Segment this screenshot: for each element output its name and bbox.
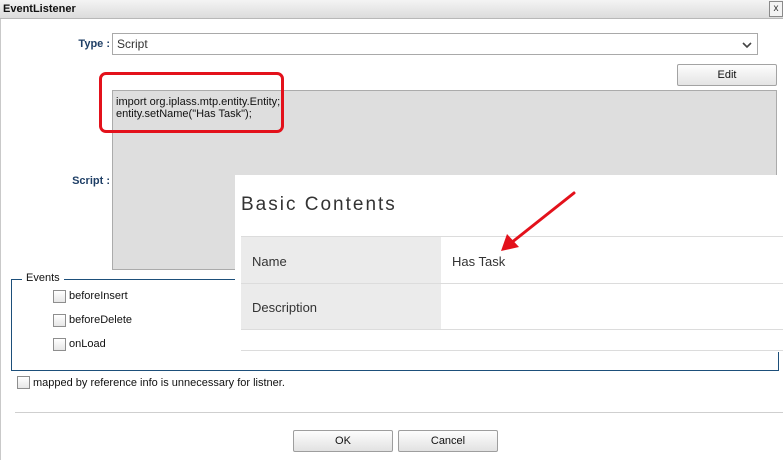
basic-contents-title: Basic Contents [241, 194, 397, 215]
before-delete-label: beforeDelete [69, 314, 132, 326]
type-label: Type : [78, 38, 110, 50]
script-label: Script : [72, 175, 110, 187]
edit-script-button[interactable]: Edit [677, 64, 777, 86]
annotation-highlight-box [99, 72, 284, 133]
before-insert-label: beforeInsert [69, 290, 128, 302]
on-load-label: onLoad [69, 338, 106, 350]
before-delete-checkbox[interactable] [53, 314, 66, 327]
before-insert-checkbox[interactable] [53, 290, 66, 303]
ok-button[interactable]: OK [293, 430, 393, 452]
dialog-title: EventListener [3, 3, 76, 15]
row-divider [241, 329, 783, 330]
chevron-down-icon [742, 42, 752, 49]
dialog-title-bar: EventListener x [0, 0, 783, 19]
mapped-ref-checkbox[interactable] [17, 376, 30, 389]
name-value: Has Task [452, 254, 506, 269]
annotation-arrow-icon [501, 191, 576, 251]
type-select[interactable]: Script [112, 33, 758, 55]
name-label: Name [252, 254, 287, 269]
type-select-value: Script [117, 37, 148, 51]
events-legend: Events [22, 272, 64, 284]
cancel-button[interactable]: Cancel [398, 430, 498, 452]
on-load-checkbox[interactable] [53, 338, 66, 351]
panel-bottom-line [241, 350, 783, 351]
description-label: Description [252, 300, 318, 315]
mapped-ref-label: mapped by reference info is unnecessary … [33, 377, 285, 389]
footer-divider [15, 412, 783, 413]
close-icon[interactable]: x [769, 1, 783, 17]
dialog-left-border [0, 19, 1, 460]
